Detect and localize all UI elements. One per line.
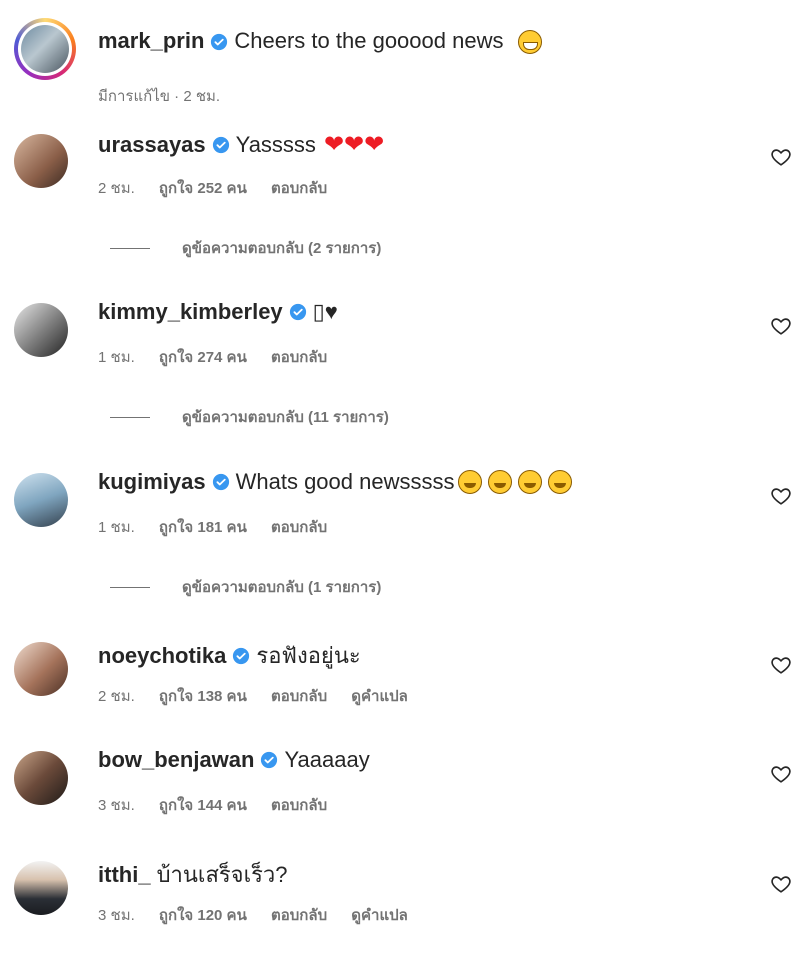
view-replies-button[interactable]: ดูข้อความตอบกลับ (11 รายการ)	[110, 405, 389, 429]
avatar[interactable]	[14, 18, 76, 80]
like-heart-icon[interactable]	[770, 485, 792, 507]
likes-count[interactable]: ถูกใจ 144 คน	[159, 797, 247, 814]
comment-text: รอฟังอยู่นะ	[256, 643, 361, 668]
divider	[110, 416, 150, 418]
verified-badge-icon	[289, 303, 306, 321]
comment-text: Whats good newsssss	[235, 469, 455, 494]
reply-button[interactable]: ตอบกลับ	[271, 797, 327, 814]
username-link[interactable]: noeychotika	[98, 643, 226, 669]
comment-time: 3 ชม.	[98, 907, 135, 924]
divider	[110, 247, 150, 249]
comment-item: urassayas Yasssss ❤❤❤ 2 ชม. ถูกใจ 252 คน…	[14, 126, 794, 257]
avatar[interactable]	[14, 642, 68, 696]
comment-text-line: itthi_ บ้านเสร็จเร็ว?	[98, 857, 288, 892]
comment-meta: 1 ชม. ถูกใจ 181 คน ตอบกลับ	[98, 515, 347, 539]
comment-time: 1 ชม.	[98, 349, 135, 366]
reply-button[interactable]: ตอบกลับ	[271, 180, 327, 197]
username-link[interactable]: kugimiyas	[98, 469, 206, 495]
likes-count[interactable]: ถูกใจ 120 คน	[159, 907, 247, 924]
comment-item: bow_benjawan Yaaaaay 3 ชม. ถูกใจ 144 คน …	[14, 743, 794, 863]
verified-badge-icon	[233, 647, 250, 664]
verified-badge-icon	[261, 751, 278, 769]
view-replies-label: ดูข้อความตอบกลับ (11 รายการ)	[182, 409, 389, 426]
avatar[interactable]	[14, 473, 68, 527]
like-heart-icon[interactable]	[770, 146, 792, 168]
caption: mark_prin Cheers to the gooood news มีการ…	[14, 14, 774, 105]
view-replies-label: ดูข้อความตอบกลับ (2 รายการ)	[182, 240, 382, 257]
likes-count[interactable]: ถูกใจ 274 คน	[159, 349, 247, 366]
comment-item: itthi_ บ้านเสร็จเร็ว? 3 ชม. ถูกใจ 120 คน…	[14, 853, 794, 973]
divider	[110, 586, 150, 588]
reply-button[interactable]: ตอบกลับ	[271, 519, 327, 536]
comment-meta: 1 ชม. ถูกใจ 274 คน ตอบกลับ	[98, 345, 347, 369]
comment-meta: 3 ชม. ถูกใจ 120 คน ตอบกลับ ดูคำแปล	[98, 903, 428, 927]
username-link[interactable]: kimmy_kimberley	[98, 299, 283, 325]
verified-badge-icon	[212, 136, 229, 153]
verified-badge-icon	[211, 34, 228, 51]
comment-meta: 3 ชม. ถูกใจ 144 คน ตอบกลับ	[98, 793, 347, 817]
comment-item: kugimiyas Whats good newsssss 1 ชม. ถูกใ…	[14, 465, 794, 596]
like-heart-icon[interactable]	[770, 873, 792, 895]
avatar[interactable]	[14, 751, 68, 805]
likes-count[interactable]: ถูกใจ 138 คน	[159, 688, 247, 705]
translate-button[interactable]: ดูคำแปล	[351, 907, 408, 924]
translate-button[interactable]: ดูคำแปล	[351, 688, 408, 705]
comment-text-line: urassayas Yasssss ❤❤❤	[98, 130, 384, 159]
username-link[interactable]: mark_prin	[98, 28, 204, 53]
heart-emoji-icon: ❤❤❤	[323, 131, 385, 158]
likes-count[interactable]: ถูกใจ 181 คน	[159, 519, 247, 536]
comment-text-line: kimmy_kimberley ▯♥	[98, 299, 338, 325]
avatar[interactable]	[14, 134, 68, 188]
verified-badge-icon	[212, 473, 229, 491]
reply-button[interactable]: ตอบกลับ	[271, 907, 327, 924]
comment-time: 2 ชม.	[98, 180, 135, 197]
comment-text-line: noeychotika รอฟังอยู่นะ	[98, 638, 361, 673]
username-link[interactable]: bow_benjawan	[98, 747, 254, 773]
comment-meta: 2 ชม. ถูกใจ 138 คน ตอบกลับ ดูคำแปล	[98, 684, 428, 708]
comment-time: 2 ชม.	[98, 688, 135, 705]
comment-text: Yaaaaay	[284, 747, 370, 772]
comment-text: Cheers to the gooood news	[234, 28, 504, 53]
avatar[interactable]	[14, 303, 68, 357]
comment-time: 1 ชม.	[98, 519, 135, 536]
comment-text-line: kugimiyas Whats good newsssss	[98, 469, 573, 495]
comment-meta: 2 ชม. ถูกใจ 252 คน ตอบกลับ	[98, 176, 347, 200]
like-heart-icon[interactable]	[770, 315, 792, 337]
smiling-face-hearts-emoji-icon	[456, 470, 573, 494]
comment-text: บ้านเสร็จเร็ว?	[156, 862, 288, 887]
view-replies-button[interactable]: ดูข้อความตอบกลับ (2 รายการ)	[110, 236, 381, 260]
like-heart-icon[interactable]	[770, 654, 792, 676]
comment-text-line: bow_benjawan Yaaaaay	[98, 747, 370, 773]
likes-count[interactable]: ถูกใจ 252 คน	[159, 180, 247, 197]
view-replies-button[interactable]: ดูข้อความตอบกลับ (1 รายการ)	[110, 575, 381, 599]
caption-meta: มีการแก้ไข · 2 ชม.	[98, 88, 221, 105]
username-link[interactable]: itthi_	[98, 862, 151, 888]
comment-item: kimmy_kimberley ▯♥ 1 ชม. ถูกใจ 274 คน ตอ…	[14, 295, 794, 426]
reply-button[interactable]: ตอบกลับ	[271, 688, 327, 705]
like-heart-icon[interactable]	[770, 763, 792, 785]
comment-time: 3 ชม.	[98, 797, 135, 814]
grin-emoji-icon	[517, 30, 542, 55]
avatar[interactable]	[14, 861, 68, 915]
comment-text: ▯♥	[312, 299, 338, 324]
reply-button[interactable]: ตอบกลับ	[271, 349, 327, 366]
caption-text-line: mark_prin Cheers to the gooood news	[98, 28, 542, 55]
comment-item: noeychotika รอฟังอยู่นะ 2 ชม. ถูกใจ 138 …	[14, 634, 794, 754]
username-link[interactable]: urassayas	[98, 132, 206, 158]
view-replies-label: ดูข้อความตอบกลับ (1 รายการ)	[182, 579, 382, 596]
comment-text: Yasssss	[235, 131, 316, 157]
